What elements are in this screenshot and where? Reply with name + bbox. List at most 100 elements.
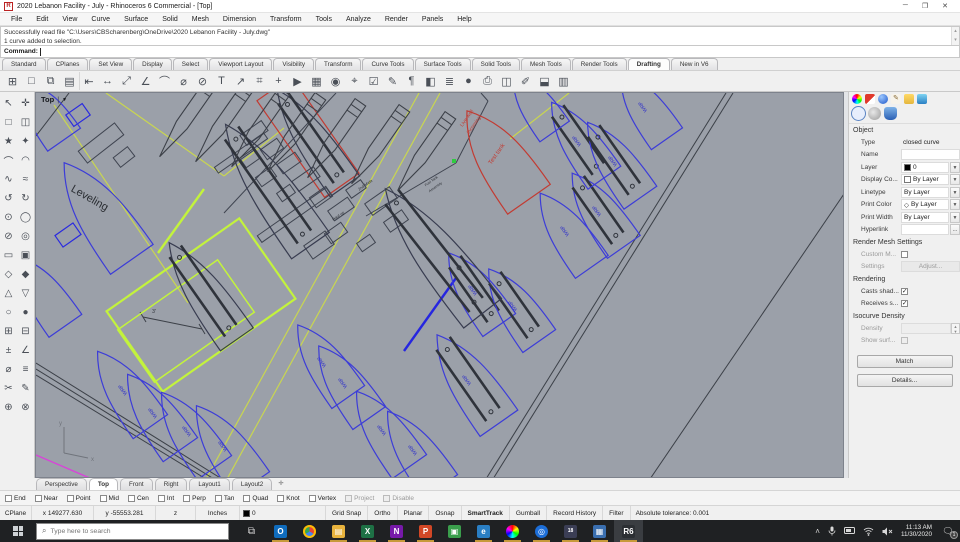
receives-shadows-checkbox[interactable]: ✓ — [901, 300, 908, 308]
viewport-tab-layout1[interactable]: Layout1 — [189, 478, 230, 490]
trim-icon[interactable]: ⊟ — [17, 322, 34, 341]
toolbar-tab-transform[interactable]: Transform — [314, 58, 362, 70]
leader-icon[interactable]: ↗ — [231, 72, 250, 90]
speaker-muted-icon[interactable] — [882, 527, 893, 536]
blue-boat[interactable]: WRP — [524, 182, 610, 280]
add-point-icon[interactable]: + — [269, 72, 288, 90]
menu-solid[interactable]: Solid — [155, 16, 185, 23]
density-spinner[interactable]: ▲ ▼ — [951, 322, 960, 334]
action-center-icon[interactable]: 🗨 1 — [940, 524, 958, 539]
chrome-icon[interactable] — [295, 520, 324, 542]
menu-curve[interactable]: Curve — [84, 16, 117, 23]
cplane-cell[interactable]: CPlane — [0, 506, 32, 520]
hyperlink-browse-button[interactable]: ... — [950, 224, 960, 236]
photo-viewer-icon[interactable]: ▦ — [585, 520, 614, 542]
edit-icon[interactable]: ✎ — [17, 379, 34, 398]
command-history[interactable]: Successfully read file "C:\Users\CBSchar… — [0, 26, 960, 46]
ellipse-filled-icon[interactable]: ● — [17, 303, 34, 322]
polygon-icon[interactable]: ◇ — [0, 265, 17, 284]
match-button[interactable]: Match — [856, 355, 953, 368]
viewport-tab-perspective[interactable]: Perspective — [36, 478, 87, 490]
adjust-button[interactable]: Adjust... — [901, 261, 960, 273]
onenote-icon[interactable]: N — [382, 520, 411, 542]
triangle-down-icon[interactable]: ▽ — [17, 284, 34, 303]
display-icon[interactable] — [843, 527, 855, 535]
polygon-star-icon[interactable]: ◆ — [17, 265, 34, 284]
display-color-select[interactable]: By Layer — [901, 174, 949, 186]
toolbar-tab-standard[interactable]: Standard — [2, 58, 46, 70]
outlook-icon[interactable]: O — [266, 520, 295, 542]
open-folder-icon[interactable]: ▥ — [554, 72, 573, 90]
print-icon[interactable]: ⎙ — [478, 72, 497, 90]
diameter-icon[interactable]: ⌀ — [0, 360, 17, 379]
search-input[interactable] — [50, 527, 201, 535]
circle-center-icon[interactable]: ⊙ — [0, 208, 17, 227]
toolbar-tab-drafting[interactable]: Drafting — [627, 58, 670, 70]
toggle-record-history[interactable]: Record History — [547, 506, 604, 520]
osnap-quad-checkbox[interactable] — [243, 494, 251, 502]
green-doc-icon[interactable]: ▣ — [440, 520, 469, 542]
osnap-cen-checkbox[interactable] — [127, 494, 135, 502]
osnap-knot[interactable]: Knot — [277, 494, 300, 502]
freeform-curve-icon[interactable]: ≈ — [17, 170, 34, 189]
blue-boat[interactable]: WRP — [472, 257, 557, 354]
dim-aligned-icon[interactable]: ⤢ — [117, 72, 136, 90]
rect-center-icon[interactable]: ▣ — [17, 246, 34, 265]
casts-shadows-checkbox[interactable]: ✓ — [901, 287, 908, 295]
viewport-menu-arrow-icon[interactable]: ▼ — [62, 97, 67, 103]
toggle-smarttrack[interactable]: SmartTrack — [462, 506, 510, 520]
blue-ring-icon[interactable]: ◎ — [527, 520, 556, 542]
dim-diameter-icon[interactable]: ⌀ — [174, 72, 193, 90]
photos-color-icon[interactable] — [498, 520, 527, 542]
display-color-dropdown-icon[interactable]: ▼ — [950, 174, 960, 186]
hatch-pattern-icon[interactable]: ⌗ — [250, 72, 269, 90]
command-scrollbar[interactable]: ▴ ▾ — [951, 27, 959, 45]
close-button[interactable]: ✕ — [942, 2, 948, 10]
save-icon[interactable]: ▤ — [60, 72, 79, 90]
blue-boat[interactable]: WRP — [605, 93, 684, 151]
osnap-near[interactable]: Near — [34, 494, 58, 502]
add-viewport-tab-icon[interactable]: ✛ — [274, 478, 287, 490]
toolbar-tab-cplanes[interactable]: CPlanes — [46, 58, 89, 70]
ellipse-icon[interactable]: ○ — [0, 303, 17, 322]
tray-expand-icon[interactable]: ˄ — [815, 527, 820, 536]
hyperlink-field[interactable] — [901, 224, 949, 236]
toolbar-tab-surface-tools[interactable]: Surface Tools — [414, 58, 471, 70]
layer-dropdown-icon[interactable]: ▼ — [950, 161, 960, 173]
osnap-knot-checkbox[interactable] — [277, 494, 285, 502]
minimize-button[interactable]: ─ — [903, 2, 908, 10]
select-arrow-icon[interactable]: ↖ — [0, 94, 17, 113]
osnap-vertex[interactable]: Vertex — [308, 494, 336, 502]
units-cell[interactable]: Inches — [196, 506, 240, 520]
osnap-perp[interactable]: Perp — [183, 494, 206, 502]
toggle-gumball[interactable]: Gumball — [510, 506, 548, 520]
new-file-icon[interactable]: □ — [22, 72, 41, 90]
details-button[interactable]: Details... — [856, 374, 953, 387]
osnap-end[interactable]: End — [5, 494, 26, 502]
rect-corner-icon[interactable]: ▭ — [0, 246, 17, 265]
dim-linear-icon[interactable]: ↔ — [98, 72, 117, 90]
surface-view-icon[interactable]: ◧ — [421, 72, 440, 90]
osnap-mid-checkbox[interactable] — [99, 494, 107, 502]
osnap-disable-checkbox[interactable] — [383, 494, 391, 502]
osnap-perp-checkbox[interactable] — [183, 494, 191, 502]
select-brush-icon[interactable]: ◉ — [326, 72, 345, 90]
object-properties-icon[interactable] — [851, 106, 866, 121]
canoe-shape[interactable] — [154, 93, 219, 160]
app-2018-icon[interactable]: 18 — [556, 520, 585, 542]
print-color-dropdown-icon[interactable]: ▼ — [950, 199, 960, 211]
restore-button[interactable]: ❐ — [922, 2, 928, 10]
split-icon[interactable]: ◫ — [17, 113, 34, 132]
microphone-icon[interactable] — [828, 526, 836, 536]
circle-icon[interactable]: ◯ — [17, 208, 34, 227]
menu-dimension[interactable]: Dimension — [216, 16, 263, 23]
properties-icon[interactable]: ⊞ — [3, 72, 22, 90]
osnap-mid[interactable]: Mid — [99, 494, 119, 502]
menu-analyze[interactable]: Analyze — [339, 16, 378, 23]
triangle-icon[interactable]: △ — [0, 284, 17, 303]
properties-tab-icon[interactable] — [852, 94, 862, 104]
viewport-tab-front[interactable]: Front — [119, 478, 153, 490]
osnap-tan[interactable]: Tan — [214, 494, 234, 502]
offset-icon[interactable]: ± — [0, 341, 17, 360]
menu-tools[interactable]: Tools — [309, 16, 339, 23]
